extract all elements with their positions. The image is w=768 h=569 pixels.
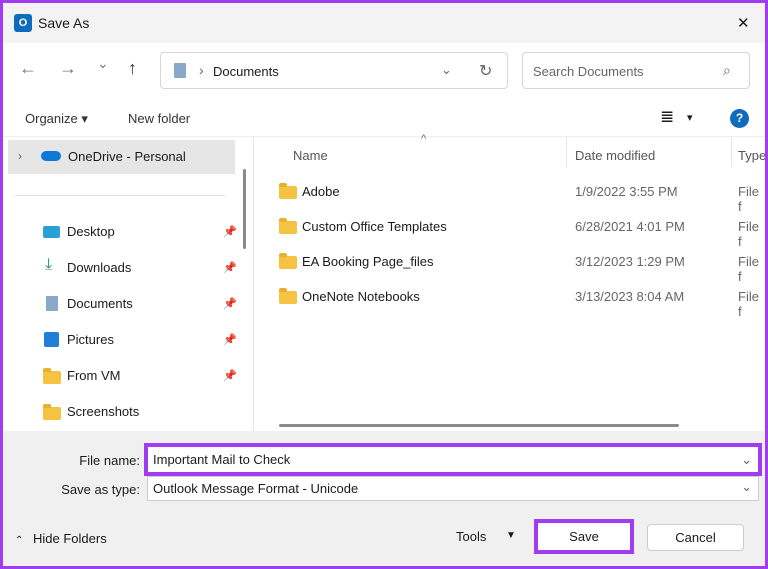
sidebar-label: Documents: [67, 296, 133, 311]
path-separator: ›: [199, 62, 204, 78]
outlook-icon: O: [14, 14, 32, 32]
file-date: 6/28/2021 4:01 PM: [575, 219, 685, 234]
sidebar-item-from-vm[interactable]: From VM 📌: [43, 366, 238, 390]
chevron-up-icon: ⌃: [15, 535, 24, 546]
column-header-name[interactable]: Name: [293, 148, 328, 163]
sidebar-item-desktop[interactable]: Desktop 📌: [43, 222, 238, 246]
file-name: EA Booking Page_files: [302, 254, 434, 269]
expand-chevron-icon[interactable]: ›: [18, 149, 22, 163]
file-name: Adobe: [302, 184, 340, 199]
save-button[interactable]: Save: [534, 519, 634, 554]
sidebar-label: Screenshots: [67, 404, 140, 419]
folder-icon: [279, 183, 297, 199]
pin-icon[interactable]: 📌: [223, 225, 237, 238]
file-date: 1/9/2022 3:55 PM: [575, 184, 678, 199]
column-header-type[interactable]: Type: [738, 148, 765, 163]
pin-icon[interactable]: 📌: [223, 333, 237, 346]
help-icon[interactable]: ?: [730, 109, 749, 128]
file-type: File f: [738, 184, 759, 214]
onedrive-cloud-icon: [41, 151, 61, 161]
tools-dropdown-icon[interactable]: ▼: [506, 530, 516, 541]
file-type: File f: [738, 254, 759, 284]
file-type: File f: [738, 219, 759, 249]
window-title: Save As: [38, 15, 90, 31]
file-name-value: Important Mail to Check: [153, 452, 291, 467]
view-chevron-icon[interactable]: ▾: [687, 111, 693, 124]
view-options-icon[interactable]: ≣: [660, 107, 674, 127]
search-box[interactable]: Search Documents ⌕: [522, 52, 750, 89]
save-as-type-label: Save as type:: [61, 482, 140, 497]
save-as-type-value: Outlook Message Format - Unicode: [153, 481, 359, 496]
folder-icon: [279, 253, 297, 269]
forward-button[interactable]: →: [59, 58, 77, 79]
folder-icon: [279, 218, 297, 234]
pane-divider: [253, 137, 254, 432]
chevron-down-icon[interactable]: ⌄: [741, 447, 752, 472]
tools-menu[interactable]: Tools: [456, 529, 486, 544]
sidebar-label: Pictures: [67, 332, 114, 347]
recent-locations-button[interactable]: ⌄: [97, 55, 109, 72]
folder-icon: [279, 288, 297, 304]
hide-folders-label: Hide Folders: [33, 531, 107, 546]
pin-icon[interactable]: 📌: [223, 369, 237, 382]
file-row[interactable]: EA Booking Page_files 3/12/2023 1:29 PM …: [273, 251, 765, 284]
file-date: 3/12/2023 1:29 PM: [575, 254, 685, 269]
column-header-date[interactable]: Date modified: [575, 148, 655, 163]
address-dropdown-icon[interactable]: ⌄: [441, 62, 452, 78]
folder-icon: [43, 404, 61, 420]
hide-folders-button[interactable]: ⌃ Hide Folders: [15, 531, 107, 546]
path-documents[interactable]: Documents: [213, 64, 279, 79]
sidebar-label: OneDrive - Personal: [68, 149, 186, 164]
documents-icon: [174, 63, 186, 78]
organize-menu[interactable]: Organize ▾: [25, 111, 88, 127]
save-as-dialog: O Save As ✕ ← → ⌄ ↑ › Documents ⌄ ↻ Sear…: [3, 3, 765, 566]
sort-ascending-icon: ^: [421, 133, 427, 145]
documents-icon: [46, 296, 58, 311]
file-row[interactable]: OneNote Notebooks 3/13/2023 8:04 AM File…: [273, 286, 765, 319]
address-bar[interactable]: › Documents ⌄ ↻: [160, 52, 508, 89]
save-form: File name: Important Mail to Check ⌄ Sav…: [3, 431, 765, 566]
up-button[interactable]: ↑: [128, 58, 137, 79]
new-folder-button[interactable]: New folder: [128, 111, 190, 126]
download-icon: ⤓: [45, 256, 53, 273]
refresh-icon[interactable]: ↻: [479, 61, 492, 81]
sidebar-item-documents[interactable]: Documents 📌: [43, 294, 238, 318]
sidebar-label: Desktop: [67, 224, 115, 239]
sidebar-scrollbar[interactable]: [243, 169, 246, 249]
column-divider[interactable]: [731, 137, 732, 167]
file-date: 3/13/2023 8:04 AM: [575, 289, 685, 304]
close-button[interactable]: ✕: [737, 14, 750, 32]
cancel-button[interactable]: Cancel: [647, 524, 744, 551]
file-row[interactable]: Adobe 1/9/2022 3:55 PM File f: [273, 181, 765, 214]
save-as-type-select[interactable]: Outlook Message Format - Unicode ⌄: [147, 476, 759, 501]
pictures-icon: [44, 332, 59, 347]
sidebar-item-onedrive[interactable]: › OneDrive - Personal: [8, 140, 235, 174]
chevron-down-icon[interactable]: ⌄: [741, 475, 752, 498]
file-name-label: File name:: [79, 453, 140, 468]
sidebar-item-downloads[interactable]: ⤓ Downloads 📌: [43, 256, 238, 282]
title-bar: O Save As ✕: [3, 3, 765, 43]
file-name: Custom Office Templates: [302, 219, 447, 234]
search-icon: ⌕: [723, 62, 731, 78]
sidebar-label: From VM: [67, 368, 121, 383]
pin-icon[interactable]: 📌: [223, 297, 237, 310]
sidebar-item-pictures[interactable]: Pictures 📌: [43, 330, 238, 354]
file-name-input[interactable]: Important Mail to Check ⌄: [144, 443, 762, 476]
file-row[interactable]: Custom Office Templates 6/28/2021 4:01 P…: [273, 216, 765, 249]
file-name: OneNote Notebooks: [302, 289, 420, 304]
folder-icon: [43, 368, 61, 384]
browser-area: › OneDrive - Personal Desktop 📌 ⤓ Downlo…: [3, 133, 765, 432]
sidebar-item-screenshots[interactable]: Screenshots: [43, 402, 238, 426]
horizontal-scrollbar[interactable]: [279, 424, 679, 427]
sidebar-label: Downloads: [67, 260, 132, 275]
file-type: File f: [738, 289, 759, 319]
search-input[interactable]: Search Documents: [533, 64, 644, 79]
back-button[interactable]: ←: [19, 58, 37, 79]
pin-icon[interactable]: 📌: [223, 261, 237, 274]
sidebar-divider: [15, 195, 225, 196]
column-divider[interactable]: [566, 137, 567, 167]
desktop-icon: [43, 226, 60, 238]
